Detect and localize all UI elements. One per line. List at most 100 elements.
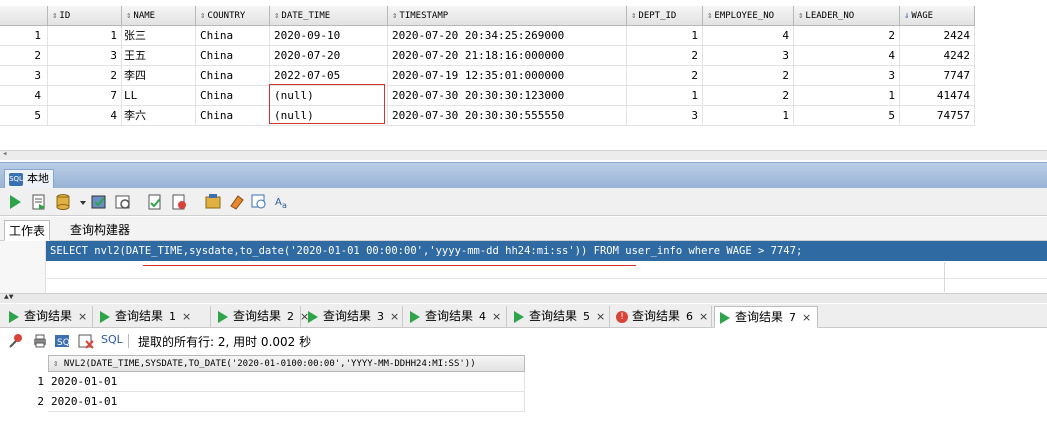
tab-query-result-6[interactable]: ! 查询结果 6 × — [612, 306, 712, 328]
cell-id[interactable]: 4 — [48, 106, 122, 126]
column-header-name[interactable]: ⇕ NAME — [122, 6, 196, 26]
cell-country[interactable]: China — [196, 26, 270, 46]
close-icon[interactable]: × — [182, 310, 191, 323]
cell-dept-id[interactable]: 1 — [627, 26, 703, 46]
cell-timestamp[interactable]: 2020-07-30 20:30:30:123000 — [388, 86, 627, 106]
tab-query-result-4[interactable]: 查询结果 4 × — [405, 306, 507, 328]
column-header-leader-no[interactable]: ⇕ LEADER_NO — [794, 6, 900, 26]
sql-editor[interactable]: SELECT nvl2(DATE_TIME,sysdate,to_date('2… — [0, 241, 1047, 293]
sql-statement-line[interactable]: SELECT nvl2(DATE_TIME,sysdate,to_date('2… — [46, 241, 1047, 261]
cell-dept-id[interactable]: 3 — [627, 106, 703, 126]
sql-tuning-button[interactable] — [204, 193, 222, 211]
cell-id[interactable]: 7 — [48, 86, 122, 106]
cell-employee-no[interactable]: 4 — [703, 26, 794, 46]
pin-button[interactable] — [8, 333, 24, 349]
cell-employee-no[interactable]: 2 — [703, 66, 794, 86]
format-button[interactable] — [250, 193, 268, 211]
tab-query-result-1[interactable]: 查询结果 1 × — [95, 306, 211, 328]
cell-wage[interactable]: 4242 — [900, 46, 975, 66]
rollback-button[interactable] — [114, 193, 132, 211]
panel-splitter[interactable]: ▲▼ — [0, 293, 1047, 303]
cell-timestamp[interactable]: 2020-07-20 20:34:25:269000 — [388, 26, 627, 46]
connection-tab[interactable]: SQL 本地 — [4, 169, 54, 189]
column-header-wage[interactable]: ⇓ WAGE — [900, 6, 975, 26]
tab-query-result-5[interactable]: 查询结果 5 × — [509, 306, 610, 328]
table-row[interactable]: 2 3 王五 China 2020-07-20 2020-07-20 21:18:16:0… — [0, 46, 975, 66]
cell-date-time[interactable]: 2020-07-20 — [270, 46, 388, 66]
tab-query-result-2[interactable]: 查询结果 2 × — [213, 306, 309, 328]
column-header-country[interactable]: ⇕ COUNTRY — [196, 6, 270, 26]
table-row[interactable]: 3 2 李四 China 2022-07-05 2020-07-19 12:35:01:0… — [0, 66, 975, 86]
cell-id[interactable]: 3 — [48, 46, 122, 66]
sql-link[interactable]: SQL — [101, 333, 123, 346]
cell-timestamp[interactable]: 2020-07-30 20:30:30:555550 — [388, 106, 627, 126]
cancel-query-button[interactable] — [170, 193, 188, 211]
column-header-date-time[interactable]: ⇕ DATE_TIME — [270, 6, 388, 26]
cell-name[interactable]: LL — [118, 86, 196, 106]
explain-plan-button[interactable] — [146, 193, 164, 211]
commit-button[interactable] — [90, 193, 108, 211]
close-icon[interactable]: × — [492, 310, 501, 323]
cell-wage[interactable]: 7747 — [900, 66, 975, 86]
cell-employee-no[interactable]: 1 — [703, 106, 794, 126]
cell-country[interactable]: China — [196, 86, 270, 106]
close-icon[interactable]: × — [390, 310, 399, 323]
cell-date-time[interactable]: 2022-07-05 — [270, 66, 388, 86]
cell-id[interactable]: 1 — [48, 26, 122, 46]
result-row[interactable]: 1 2020-01-01 — [0, 372, 525, 392]
cell-name[interactable]: 李六 — [118, 106, 196, 126]
close-icon[interactable]: × — [78, 310, 87, 323]
cell-country[interactable]: China — [196, 46, 270, 66]
run-script-button[interactable] — [30, 193, 48, 211]
delete-results-button[interactable] — [78, 333, 94, 349]
refresh-button[interactable]: SQL — [54, 333, 75, 349]
cell-country[interactable]: China — [196, 66, 270, 86]
horizontal-scrollbar[interactable]: ◂ — [0, 149, 1047, 160]
close-icon[interactable]: × — [596, 310, 605, 323]
cell-name[interactable]: 张三 — [118, 26, 196, 46]
result-column-header[interactable]: ⇕ NVL2(DATE_TIME,SYSDATE,TO_DATE('2020-0… — [48, 355, 525, 372]
dropdown-arrow[interactable] — [74, 193, 86, 211]
cell-timestamp[interactable]: 2020-07-20 21:18:16:000000 — [388, 46, 627, 66]
column-header-id[interactable]: ⇕ ID — [48, 6, 122, 26]
cell-name[interactable]: 李四 — [118, 66, 196, 86]
tab-query-result-3[interactable]: 查询结果 3 × — [303, 306, 403, 328]
cell-employee-no[interactable]: 2 — [703, 86, 794, 106]
cell-employee-no[interactable]: 3 — [703, 46, 794, 66]
table-row[interactable]: 1 1 张三 China 2020-09-10 2020-07-20 20:34:25:2… — [0, 26, 975, 46]
tab-query-builder[interactable]: 查询构建器 — [66, 220, 134, 241]
cell-leader-no[interactable]: 2 — [794, 26, 900, 46]
column-header-dept-id[interactable]: ⇕ DEPT_ID — [627, 6, 703, 26]
cell-leader-no[interactable]: 3 — [794, 66, 900, 86]
run-statement-button[interactable] — [6, 193, 24, 211]
collapse-arrows-icon[interactable]: ▲▼ — [4, 293, 14, 302]
result-cell[interactable]: 2020-01-01 — [48, 392, 525, 412]
print-button[interactable] — [32, 333, 48, 349]
cell-leader-no[interactable]: 5 — [794, 106, 900, 126]
column-header-timestamp[interactable]: ⇕ TIMESTAMP — [388, 6, 627, 26]
table-row[interactable]: 5 4 李六 China (null) 2020-07-30 20:30:30:55555… — [0, 106, 975, 126]
case-toggle-button[interactable]: Aa — [274, 193, 292, 211]
cell-wage[interactable]: 74757 — [900, 106, 975, 126]
scroll-left-icon[interactable]: ◂ — [2, 149, 7, 159]
cell-dept-id[interactable]: 2 — [627, 46, 703, 66]
result-row[interactable]: 2 2020-01-01 — [0, 392, 525, 412]
cell-leader-no[interactable]: 1 — [794, 86, 900, 106]
result-cell[interactable]: 2020-01-01 — [48, 372, 525, 392]
cell-wage[interactable]: 41474 — [900, 86, 975, 106]
column-header-employee-no[interactable]: ⇕ EMPLOYEE_NO — [703, 6, 794, 26]
table-row[interactable]: 4 7 LL China (null) 2020-07-30 20:30:30:12300… — [0, 86, 975, 106]
clear-button[interactable] — [228, 193, 246, 211]
cell-leader-no[interactable]: 4 — [794, 46, 900, 66]
cell-dept-id[interactable]: 2 — [627, 66, 703, 86]
tab-query-result-7[interactable]: 查询结果 7 × — [714, 306, 818, 328]
cell-wage[interactable]: 2424 — [900, 26, 975, 46]
cell-dept-id[interactable]: 1 — [627, 86, 703, 106]
cell-timestamp[interactable]: 2020-07-19 12:35:01:000000 — [388, 66, 627, 86]
close-icon[interactable]: × — [802, 311, 811, 324]
cell-name[interactable]: 王五 — [118, 46, 196, 66]
close-icon[interactable]: × — [699, 310, 708, 323]
tab-worksheet[interactable]: 工作表 — [4, 220, 51, 241]
tab-query-result-0[interactable]: 查询结果 × — [4, 306, 93, 328]
cell-date-time[interactable]: 2020-09-10 — [270, 26, 388, 46]
